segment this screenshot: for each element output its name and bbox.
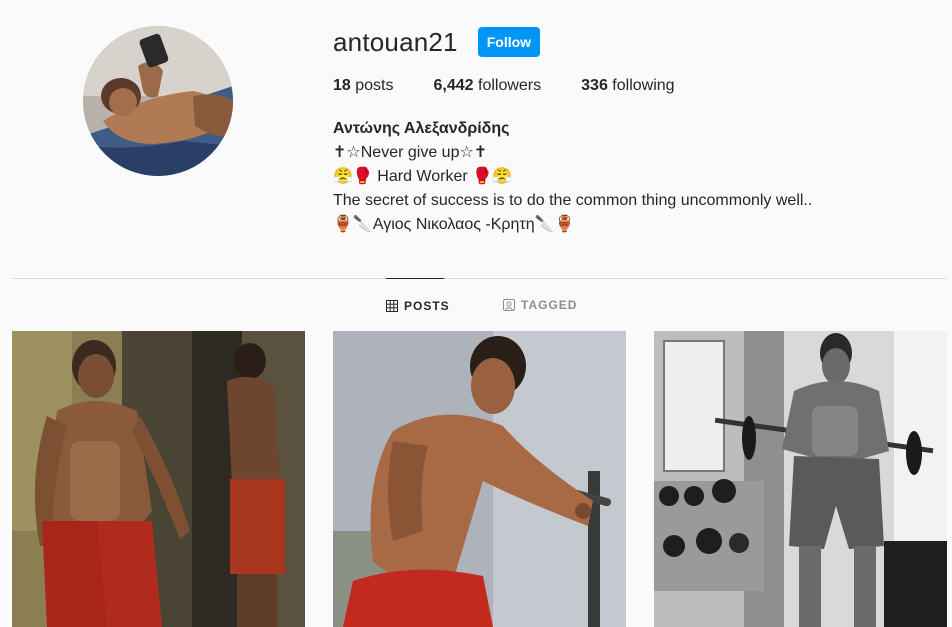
profile-page: antouan21 Follow 18 posts 6,442 follower…	[0, 0, 952, 627]
following-count: 336	[581, 77, 608, 94]
profile-bio: Αντώνης Αλεξανδρίδης ✝☆Never give up☆✝ 😤…	[333, 117, 812, 237]
bio-line-3: The secret of success is to do the commo…	[333, 192, 813, 209]
follow-button[interactable]: Follow	[477, 27, 541, 57]
following-stat[interactable]: 336 following	[581, 76, 674, 96]
username-row: antouan21 Follow	[333, 26, 541, 58]
profile-stats: 18 posts 6,442 followers 336 following	[333, 76, 715, 96]
posts-stat: 18 posts	[333, 76, 394, 96]
full-name: Αντώνης Αλεξανδρίδης	[333, 120, 510, 137]
post-image-3	[654, 331, 947, 627]
post-image-1	[12, 331, 305, 627]
posts-label: posts	[355, 77, 394, 94]
posts-count: 18	[333, 77, 351, 94]
tagged-icon	[503, 298, 515, 311]
post-thumbnail-3[interactable]	[654, 331, 947, 627]
tab-tagged-label: TAGGED	[521, 297, 578, 312]
post-thumbnail-1[interactable]	[12, 331, 305, 627]
bio-line-1: ✝☆Never give up☆✝	[333, 144, 488, 161]
bio-line-2: 😤🥊 Hard Worker 🥊😤	[333, 168, 512, 185]
tab-posts[interactable]: POSTS	[386, 278, 449, 332]
following-label: following	[612, 77, 675, 94]
profile-avatar[interactable]	[83, 26, 233, 176]
bio-line-4: 🏺🔪Αγιος Νικολαος -Κρητη🔪🏺	[333, 216, 575, 233]
followers-count: 6,442	[433, 77, 474, 94]
tab-posts-label: POSTS	[404, 298, 450, 313]
post-thumbnail-2[interactable]	[333, 331, 626, 627]
section-divider	[12, 278, 947, 279]
post-image-2	[333, 331, 626, 627]
grid-icon	[386, 299, 398, 312]
followers-label: followers	[478, 77, 542, 94]
followers-stat[interactable]: 6,442 followers	[434, 76, 542, 96]
avatar-photo	[83, 26, 233, 176]
tab-tagged[interactable]: TAGGED	[503, 278, 577, 331]
username: antouan21	[333, 27, 458, 57]
